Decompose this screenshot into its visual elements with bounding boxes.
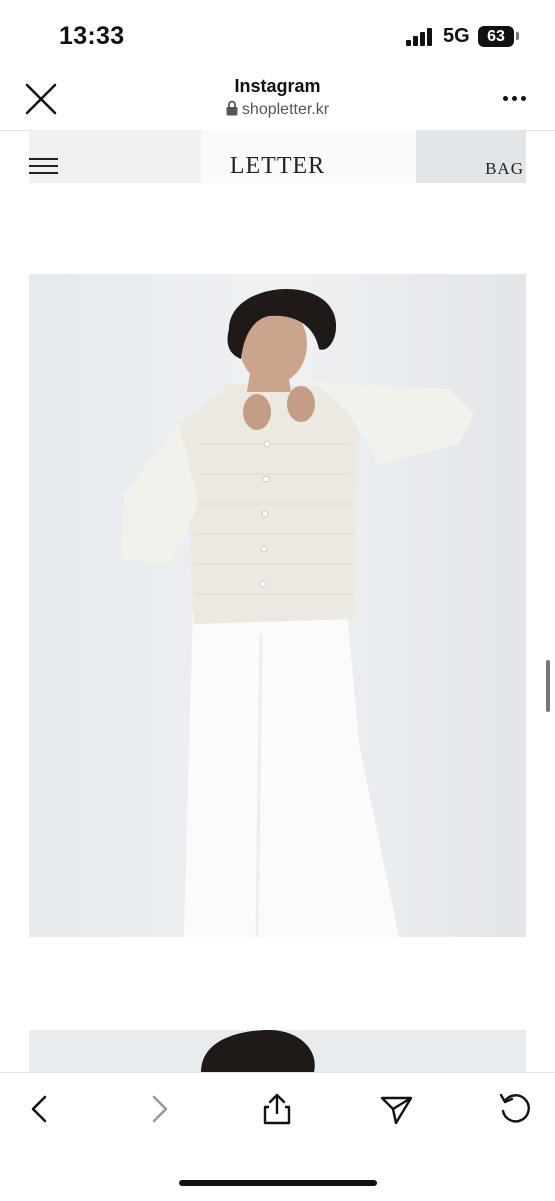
home-indicator[interactable] — [179, 1180, 377, 1186]
product-image[interactable] — [29, 274, 526, 937]
share-button[interactable] — [259, 1091, 295, 1127]
send-button[interactable] — [378, 1091, 414, 1127]
more-icon — [503, 96, 508, 101]
browser-header: Instagram shopletter.kr — [0, 72, 555, 131]
network-label: 5G — [443, 25, 470, 47]
url-text: shopletter.kr — [241, 101, 330, 118]
reload-button[interactable] — [497, 1091, 533, 1127]
model-photo-next — [29, 1030, 526, 1072]
share-icon — [263, 1093, 291, 1125]
more-button[interactable] — [500, 88, 530, 108]
forward-icon — [152, 1095, 168, 1123]
battery-cap — [516, 32, 519, 40]
back-button[interactable] — [22, 1091, 58, 1127]
url-display[interactable]: shopletter.kr — [0, 100, 555, 119]
page-title: Instagram — [234, 76, 321, 96]
status-bar: 13:33 5G 63 — [0, 0, 555, 72]
bag-link[interactable]: BAG — [485, 159, 524, 179]
back-icon — [31, 1095, 47, 1123]
brand-logo[interactable]: LETTER — [29, 153, 526, 180]
scroll-indicator[interactable] — [546, 660, 550, 712]
site-nav: LETTER BAG — [29, 130, 526, 183]
lock-icon — [226, 100, 238, 116]
reload-icon — [499, 1093, 530, 1123]
send-icon — [380, 1096, 413, 1125]
battery-icon: 63 — [478, 26, 514, 47]
forward-button[interactable] — [141, 1091, 177, 1127]
signal-icon — [406, 28, 436, 46]
product-image-next[interactable] — [29, 1030, 526, 1072]
status-time: 13:33 — [59, 22, 125, 50]
model-photo — [29, 274, 526, 937]
